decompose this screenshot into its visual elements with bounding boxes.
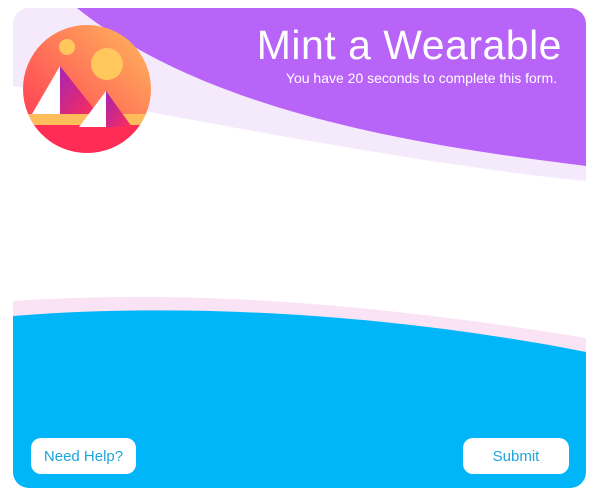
mint-wearable-dialog: Mint a Wearable You have 20 seconds to c… xyxy=(13,8,586,488)
form-title: Mint a Wearable xyxy=(256,22,562,68)
submit-button[interactable]: Submit xyxy=(463,438,569,474)
decentraland-logo-icon xyxy=(23,25,151,153)
form-subtitle: You have 20 seconds to complete this for… xyxy=(285,70,557,86)
need-help-button[interactable]: Need Help? xyxy=(31,438,136,474)
